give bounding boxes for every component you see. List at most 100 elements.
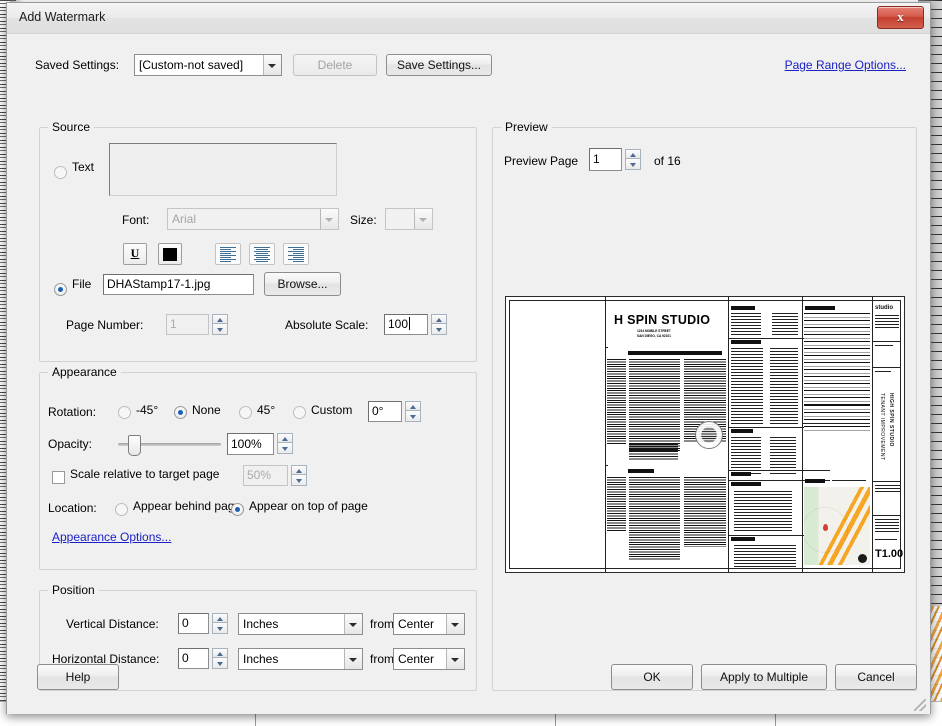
stepper-down-icon[interactable] [212,324,228,335]
file-path-input[interactable]: DHAStamp17-1.jpg [103,274,254,295]
preview-thumbnail[interactable]: H SPIN STUDIO 1234 MOBILE STREET SAN DIE… [505,296,905,573]
source-group: Source Text Font: Arial Size: U File DHA… [39,120,477,362]
sheet-row-divider [605,347,608,348]
vertical-from-label: from [370,617,394,631]
sheet-text-block [772,313,798,335]
vertical-from-dropdown[interactable]: Center [393,613,465,635]
text-source-radio[interactable] [54,166,67,179]
title-bar[interactable]: Add Watermark x [7,3,930,34]
source-group-title: Source [48,120,95,134]
text-caret [409,317,411,330]
saved-settings-value: [Custom-not saved] [139,58,244,72]
delete-label: Delete [317,58,353,72]
chevron-down-icon [414,209,432,229]
preview-page-stepper[interactable] [625,149,641,170]
page-range-options-link[interactable]: Page Range Options... [785,58,906,72]
location-top-radio[interactable] [231,503,244,516]
vertical-distance-stepper[interactable] [212,613,228,634]
section-heading-bar [805,306,835,310]
stepper-up-icon[interactable] [212,613,228,623]
sheet-text-block [629,444,678,460]
text-color-button[interactable] [158,243,182,265]
help-label: Help [65,670,91,684]
page-number-input[interactable]: 1 [166,314,209,335]
align-center-button[interactable] [249,243,275,265]
stepper-up-icon[interactable] [625,149,641,159]
location-behind-radio[interactable] [115,503,128,516]
save-settings-label: Save Settings... [396,58,482,72]
sheet-vertical-subtitle: TENANT IMPROVEMENT [879,393,885,461]
window-title: Add Watermark [19,10,106,24]
page-number-stepper[interactable] [212,314,228,335]
opacity-stepper[interactable] [277,433,293,454]
underline-button[interactable]: U [123,243,147,265]
stepper-down-icon[interactable] [291,475,307,486]
scale-relative-input[interactable]: 50% [243,465,288,486]
sheet-column-divider [605,297,606,572]
rotation-none-label: None [192,403,221,417]
resize-grip-icon[interactable] [914,699,926,711]
rotation-custom-input[interactable]: 0° [368,401,402,422]
saved-settings-label: Saved Settings: [35,58,120,72]
rotation-none-radio[interactable] [174,406,187,419]
stepper-down-icon[interactable] [431,324,447,335]
chevron-down-icon [446,614,464,634]
browse-button[interactable]: Browse... [264,272,341,296]
rotation-neg45-radio[interactable] [118,406,131,419]
rotation-custom-radio[interactable] [293,406,306,419]
absolute-scale-stepper[interactable] [431,314,447,335]
file-source-radio[interactable] [54,283,67,296]
help-button[interactable]: Help [37,664,119,690]
stepper-up-icon[interactable] [431,314,447,324]
vertical-unit-value: Inches [243,617,279,631]
saved-settings-dropdown[interactable]: [Custom-not saved] [134,54,282,76]
stepper-up-icon[interactable] [405,401,421,411]
stepper-down-icon[interactable] [277,443,293,454]
cancel-button[interactable]: Cancel [835,664,917,690]
sheet-column-divider [872,297,873,572]
sheet-text-block [629,359,680,451]
sheet-row-divider [802,423,870,424]
appearance-options-link[interactable]: Appearance Options... [52,530,171,544]
vertical-distance-label: Vertical Distance: [66,617,159,631]
vertical-unit-dropdown[interactable]: Inches [238,613,363,635]
position-group-title: Position [48,583,99,597]
opacity-slider-thumb[interactable] [128,435,141,456]
absolute-scale-label: Absolute Scale: [285,318,369,332]
location-top-label: Appear on top of page [249,499,368,513]
absolute-scale-input[interactable]: 100 [384,314,428,335]
stepper-up-icon[interactable] [291,465,307,475]
vertical-distance-input[interactable]: 0 [178,613,209,634]
rotation-45-radio[interactable] [239,406,252,419]
ok-button[interactable]: OK [611,664,693,690]
close-button[interactable]: x [877,6,924,29]
save-settings-button[interactable]: Save Settings... [386,54,492,76]
align-left-button[interactable] [215,243,241,265]
sheet-text-block [684,477,726,547]
scale-relative-stepper[interactable] [291,465,307,486]
stepper-down-icon[interactable] [625,159,641,170]
sheet-text-block [875,519,899,533]
rotation-custom-stepper[interactable] [405,401,421,422]
sheet-row-divider [728,470,830,471]
stepper-up-icon[interactable] [277,433,293,443]
ok-label: OK [643,670,661,684]
stepper-down-icon[interactable] [212,623,228,634]
stepper-up-icon[interactable] [212,314,228,324]
size-dropdown[interactable] [385,208,433,230]
preview-page-input[interactable]: 1 [589,148,622,171]
align-left-icon [220,247,236,262]
delete-button[interactable]: Delete [293,54,377,76]
align-right-button[interactable] [283,243,309,265]
rotation-custom-label: Custom [311,403,353,417]
file-source-label: File [72,277,92,291]
scale-relative-checkbox[interactable] [52,471,65,484]
opacity-input[interactable]: 100% [227,433,274,455]
chevron-down-icon [344,614,362,634]
absolute-scale-value: 100 [388,317,409,331]
rotation-label: Rotation: [48,405,97,419]
font-dropdown[interactable]: Arial [167,208,339,230]
stepper-down-icon[interactable] [405,411,421,422]
apply-to-multiple-button[interactable]: Apply to Multiple [701,664,827,690]
watermark-text-input[interactable] [109,143,337,196]
